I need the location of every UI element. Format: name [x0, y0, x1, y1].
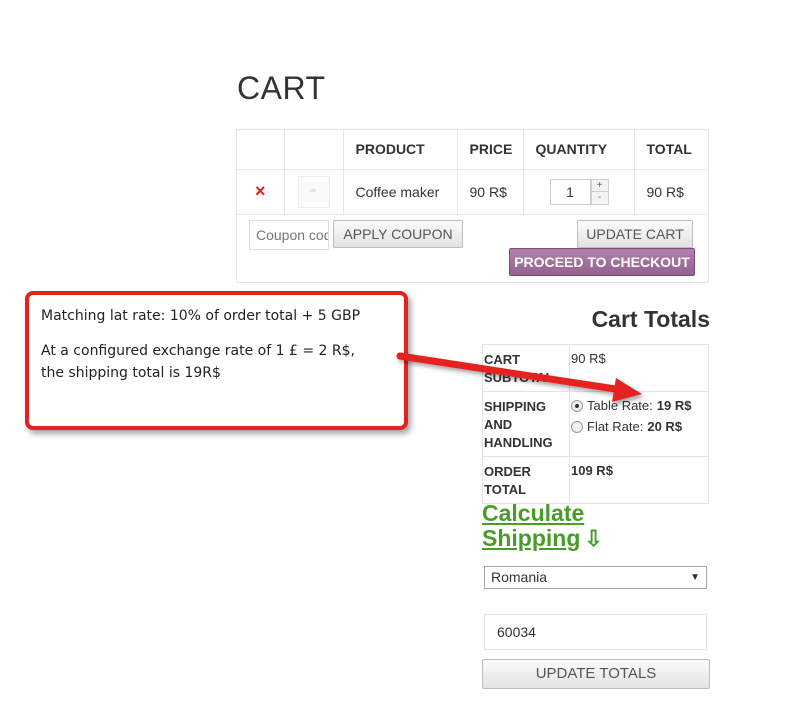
col-remove-header	[237, 130, 285, 170]
shipping-label: SHIPPING AND HANDLING	[482, 391, 570, 457]
shipping-options: Table Rate: 19 R$ Flat Rate: 20 R$	[569, 391, 709, 457]
cart-table: PRODUCT PRICE QUANTITY TOTAL × Coffee ma…	[237, 130, 708, 215]
remove-item-icon[interactable]: ×	[237, 181, 284, 202]
shipping-option-amount: 20 R$	[647, 419, 683, 434]
update-totals-button[interactable]: UPDATE TOTALS	[482, 659, 710, 689]
quantity-stepper: + -	[549, 178, 634, 205]
col-product-header: PRODUCT	[343, 130, 458, 170]
apply-coupon-button[interactable]: APPLY COUPON	[333, 220, 463, 248]
radio-table-rate[interactable]	[571, 399, 583, 412]
country-value: Romania	[491, 569, 548, 585]
shipping-option-amount: 19 R$	[656, 398, 692, 413]
subtotal-row: CART SUBTOTAL 90 R$	[482, 344, 709, 392]
product-price: 90 R$	[457, 169, 524, 215]
shipping-row: SHIPPING AND HANDLING Table Rate: 19 R$ …	[482, 391, 709, 457]
proceed-to-checkout-button[interactable]: PROCEED TO CHECKOUT	[509, 248, 695, 276]
order-total-value: 109 R$	[569, 456, 709, 504]
shipping-option-flat-rate[interactable]: Flat Rate: 20 R$	[571, 419, 707, 434]
remove-cell: ×	[237, 169, 285, 215]
order-total-row: ORDER TOTAL 109 R$	[482, 456, 709, 504]
arrow-down-icon: ⇩	[584, 526, 603, 551]
annotation-line-2: At a configured exchange rate of 1 £ = 2…	[41, 343, 355, 359]
cart-totals-title: Cart Totals	[591, 306, 710, 332]
postcode-input[interactable]	[484, 614, 707, 650]
calculate-shipping-link[interactable]: Calculate Shipping ⇩	[482, 500, 612, 552]
quantity-increment-button[interactable]: +	[590, 178, 609, 192]
col-price-header: PRICE	[457, 130, 524, 170]
annotation-line-1: Matching lat rate: 10% of order total + …	[41, 308, 361, 324]
annotation-line-3: the shipping total is 19R$	[41, 365, 221, 381]
table-row: × Coffee maker 90 R$ + - 90 R$	[237, 169, 708, 215]
col-thumbnail-header	[284, 130, 344, 170]
shipping-option-label: Flat Rate:	[587, 419, 644, 434]
chevron-down-icon: ▼	[690, 572, 700, 583]
page-title: CART	[237, 70, 326, 106]
thumbnail-cell	[284, 169, 344, 215]
calculate-shipping-text: Calculate Shipping	[482, 500, 585, 551]
quantity-input[interactable]	[549, 178, 591, 205]
cart-totals-table: CART SUBTOTAL 90 R$ SHIPPING AND HANDLIN…	[482, 344, 709, 504]
product-name[interactable]: Coffee maker	[343, 169, 458, 215]
coupon-input[interactable]	[249, 220, 329, 250]
product-subtotal: 90 R$	[634, 169, 708, 215]
shipping-option-label: Table Rate:	[587, 398, 653, 413]
annotation-callout: Matching lat rate: 10% of order total + …	[25, 291, 408, 430]
quantity-cell: + -	[523, 169, 635, 215]
country-select[interactable]: Romania ▼	[484, 566, 707, 589]
order-total-label: ORDER TOTAL	[482, 456, 570, 504]
quantity-steps: + -	[590, 178, 609, 205]
update-cart-button[interactable]: UPDATE CART	[577, 220, 693, 248]
col-total-header: TOTAL	[634, 130, 708, 170]
col-quantity-header: QUANTITY	[523, 130, 635, 170]
subtotal-value: 90 R$	[569, 344, 709, 392]
cart-header-row: PRODUCT PRICE QUANTITY TOTAL	[237, 130, 708, 170]
shipping-option-table-rate[interactable]: Table Rate: 19 R$	[571, 398, 707, 413]
product-thumbnail[interactable]	[297, 175, 330, 208]
radio-flat-rate[interactable]	[571, 420, 583, 433]
quantity-decrement-button[interactable]: -	[590, 191, 609, 205]
subtotal-label: CART SUBTOTAL	[482, 344, 570, 392]
